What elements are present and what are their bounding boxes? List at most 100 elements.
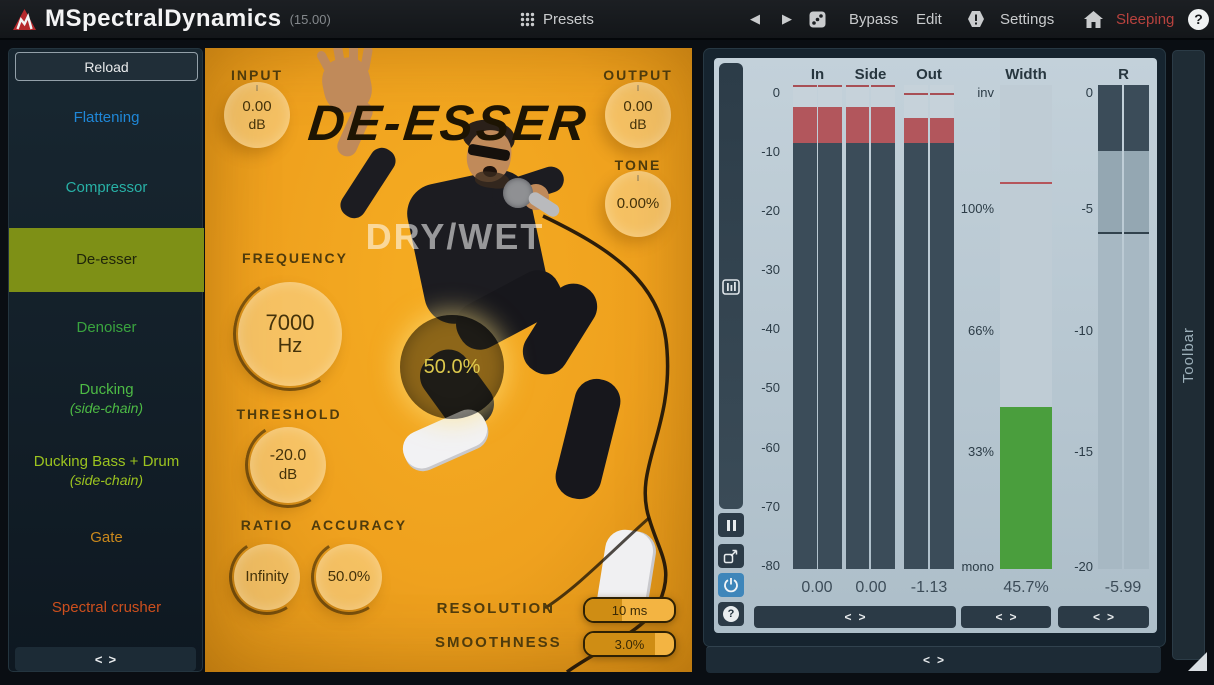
sidebar-item-ducking-bass-drum[interactable]: Ducking Bass + Drum (side-chain) <box>9 449 204 493</box>
side-meter-left <box>846 85 869 569</box>
sidebar-item-compressor[interactable]: Compressor <box>9 175 204 201</box>
help-button[interactable]: ? <box>1188 0 1209 38</box>
collapsed-toolbar[interactable]: Toolbar <box>1172 50 1205 660</box>
scroll-right-icon: > <box>859 610 866 624</box>
resolution-label: RESOLUTION <box>435 600 555 617</box>
preset-pager[interactable]: < > <box>15 647 196 671</box>
scroll-left-icon: < <box>1093 610 1100 624</box>
dry-wet-knob[interactable]: 50.0% <box>400 315 504 419</box>
sidebar-item-denoiser[interactable]: Denoiser <box>9 315 204 341</box>
meter-header-in: In <box>793 66 842 83</box>
question-icon: ? <box>723 606 739 622</box>
meter-header-r: R <box>1098 66 1149 83</box>
r-scrollbar[interactable]: < > <box>1058 606 1149 628</box>
plugin-title: MSpectralDynamics <box>45 5 282 33</box>
out-meter-left <box>904 85 928 569</box>
reload-button[interactable]: Reload <box>15 52 198 81</box>
ratio-knob[interactable]: Infinity <box>234 544 300 610</box>
out-readout: -1.13 <box>899 579 959 597</box>
r-meter-right <box>1124 85 1149 569</box>
sleeping-label: Sleeping <box>1116 11 1174 28</box>
presets-label: Presets <box>543 11 594 28</box>
smoothness-label: SMOOTHNESS <box>435 634 555 651</box>
drywet-watermark: DRY/WET <box>355 216 555 258</box>
scroll-left-icon: < <box>995 610 1002 624</box>
side-meter-right <box>871 85 895 569</box>
grid-icon <box>520 12 535 27</box>
next-arrow-icon: ▶ <box>782 11 792 27</box>
bypass-button[interactable]: Bypass <box>849 0 898 38</box>
hexagon-warning-icon <box>966 9 986 29</box>
width-readout: 45.7% <box>996 579 1056 597</box>
bottom-scrollbar[interactable]: < > <box>706 646 1161 673</box>
scroll-left-icon: < <box>923 653 930 667</box>
home-button[interactable] <box>1084 0 1103 38</box>
toolbar-label: Toolbar <box>1180 327 1197 383</box>
random-preset-button[interactable] <box>809 0 826 38</box>
next-preset-button[interactable]: ▶ <box>782 0 792 38</box>
presets-button[interactable]: Presets <box>520 0 594 38</box>
pause-icon <box>727 520 736 531</box>
in-meter-left <box>793 85 817 569</box>
dice-icon <box>809 11 826 28</box>
frequency-label: FREQUENCY <box>230 250 360 266</box>
scroll-left-icon: < <box>844 610 851 624</box>
sidebar-item-ducking[interactable]: Ducking (side-chain) <box>9 379 204 419</box>
width-scrollbar[interactable]: < > <box>961 606 1051 628</box>
sidebar-item-de-esser[interactable]: De-esser <box>9 228 204 292</box>
threshold-label: THRESHOLD <box>229 406 349 422</box>
pager-right-icon: > <box>109 652 117 667</box>
prev-arrow-icon: ◀ <box>750 11 760 27</box>
ratio-label: RATIO <box>227 517 307 533</box>
header-bar: MSpectralDynamics (15.00) Presets ◀ ▶ <box>0 0 1214 40</box>
settings-button[interactable]: Settings <box>1000 0 1054 38</box>
expand-icon <box>723 548 739 564</box>
output-knob[interactable]: 0.00 dB <box>605 82 671 148</box>
side-chain-subtitle: (side-chain) <box>9 400 204 418</box>
preset-sidebar: Reload Flattening Compressor De-esser De… <box>8 48 203 672</box>
window-resize-grip[interactable] <box>1188 652 1207 671</box>
plugin-version: (15.00) <box>290 12 331 27</box>
meter-display: ? 0 -10 -20 -30 -40 -50 -60 -70 -80 In S… <box>714 58 1157 633</box>
edit-button[interactable]: Edit <box>916 0 942 38</box>
meter-panel: ? 0 -10 -20 -30 -40 -50 -60 -70 -80 In S… <box>703 48 1166 647</box>
meter-header-out: Out <box>904 66 954 83</box>
pause-meters-button[interactable] <box>718 513 744 537</box>
in-meter-right <box>818 85 842 569</box>
sidebar-item-spectral-crusher[interactable]: Spectral crusher <box>9 595 204 621</box>
output-label: OUTPUT <box>598 67 678 83</box>
meters-power-button[interactable] <box>718 573 744 597</box>
accuracy-knob[interactable]: 50.0% <box>316 544 382 610</box>
sleeping-status-button[interactable]: Sleeping <box>1116 0 1174 38</box>
previous-preset-button[interactable]: ◀ <box>750 0 760 38</box>
spectrum-view-icon <box>722 278 740 296</box>
meter-header-side: Side <box>846 66 895 83</box>
side-chain-subtitle: (side-chain) <box>9 472 204 490</box>
sidebar-item-gate[interactable]: Gate <box>9 525 204 551</box>
melda-logo-icon[interactable] <box>12 8 37 31</box>
sidebar-item-flattening[interactable]: Flattening <box>9 105 204 131</box>
r-readout: -5.99 <box>1093 579 1153 597</box>
smoothness-slider[interactable]: 3.0% <box>583 631 676 657</box>
power-icon <box>723 577 739 593</box>
plugin-window: MSpectralDynamics (15.00) Presets ◀ ▶ <box>0 0 1214 685</box>
home-icon <box>1084 11 1103 28</box>
tone-knob[interactable]: 0.00% <box>605 171 671 237</box>
de-esser-panel: DE-ESSER DRY/WET INPUT 0.00 dB OUTPUT 0.… <box>205 48 692 672</box>
meter-header-width: Width <box>1000 66 1052 83</box>
accuracy-label: ACCURACY <box>309 517 409 533</box>
input-knob[interactable]: 0.00 dB <box>224 82 290 148</box>
threshold-knob[interactable]: -20.0 dB <box>250 427 326 503</box>
resolution-slider[interactable]: 10 ms <box>583 597 676 623</box>
meter-help-button[interactable]: ? <box>718 602 744 626</box>
pager-left-icon: < <box>95 652 103 667</box>
frequency-knob[interactable]: 7000 Hz <box>238 282 342 386</box>
help-icon: ? <box>1188 9 1209 30</box>
r-meter-left <box>1098 85 1122 569</box>
levels-scrollbar[interactable]: < > <box>754 606 956 628</box>
scroll-right-icon: > <box>1107 610 1114 624</box>
limiter-warning-button[interactable] <box>966 0 986 38</box>
in-readout: 0.00 <box>787 579 847 597</box>
width-meter <box>1000 85 1052 569</box>
input-label: INPUT <box>217 67 297 83</box>
